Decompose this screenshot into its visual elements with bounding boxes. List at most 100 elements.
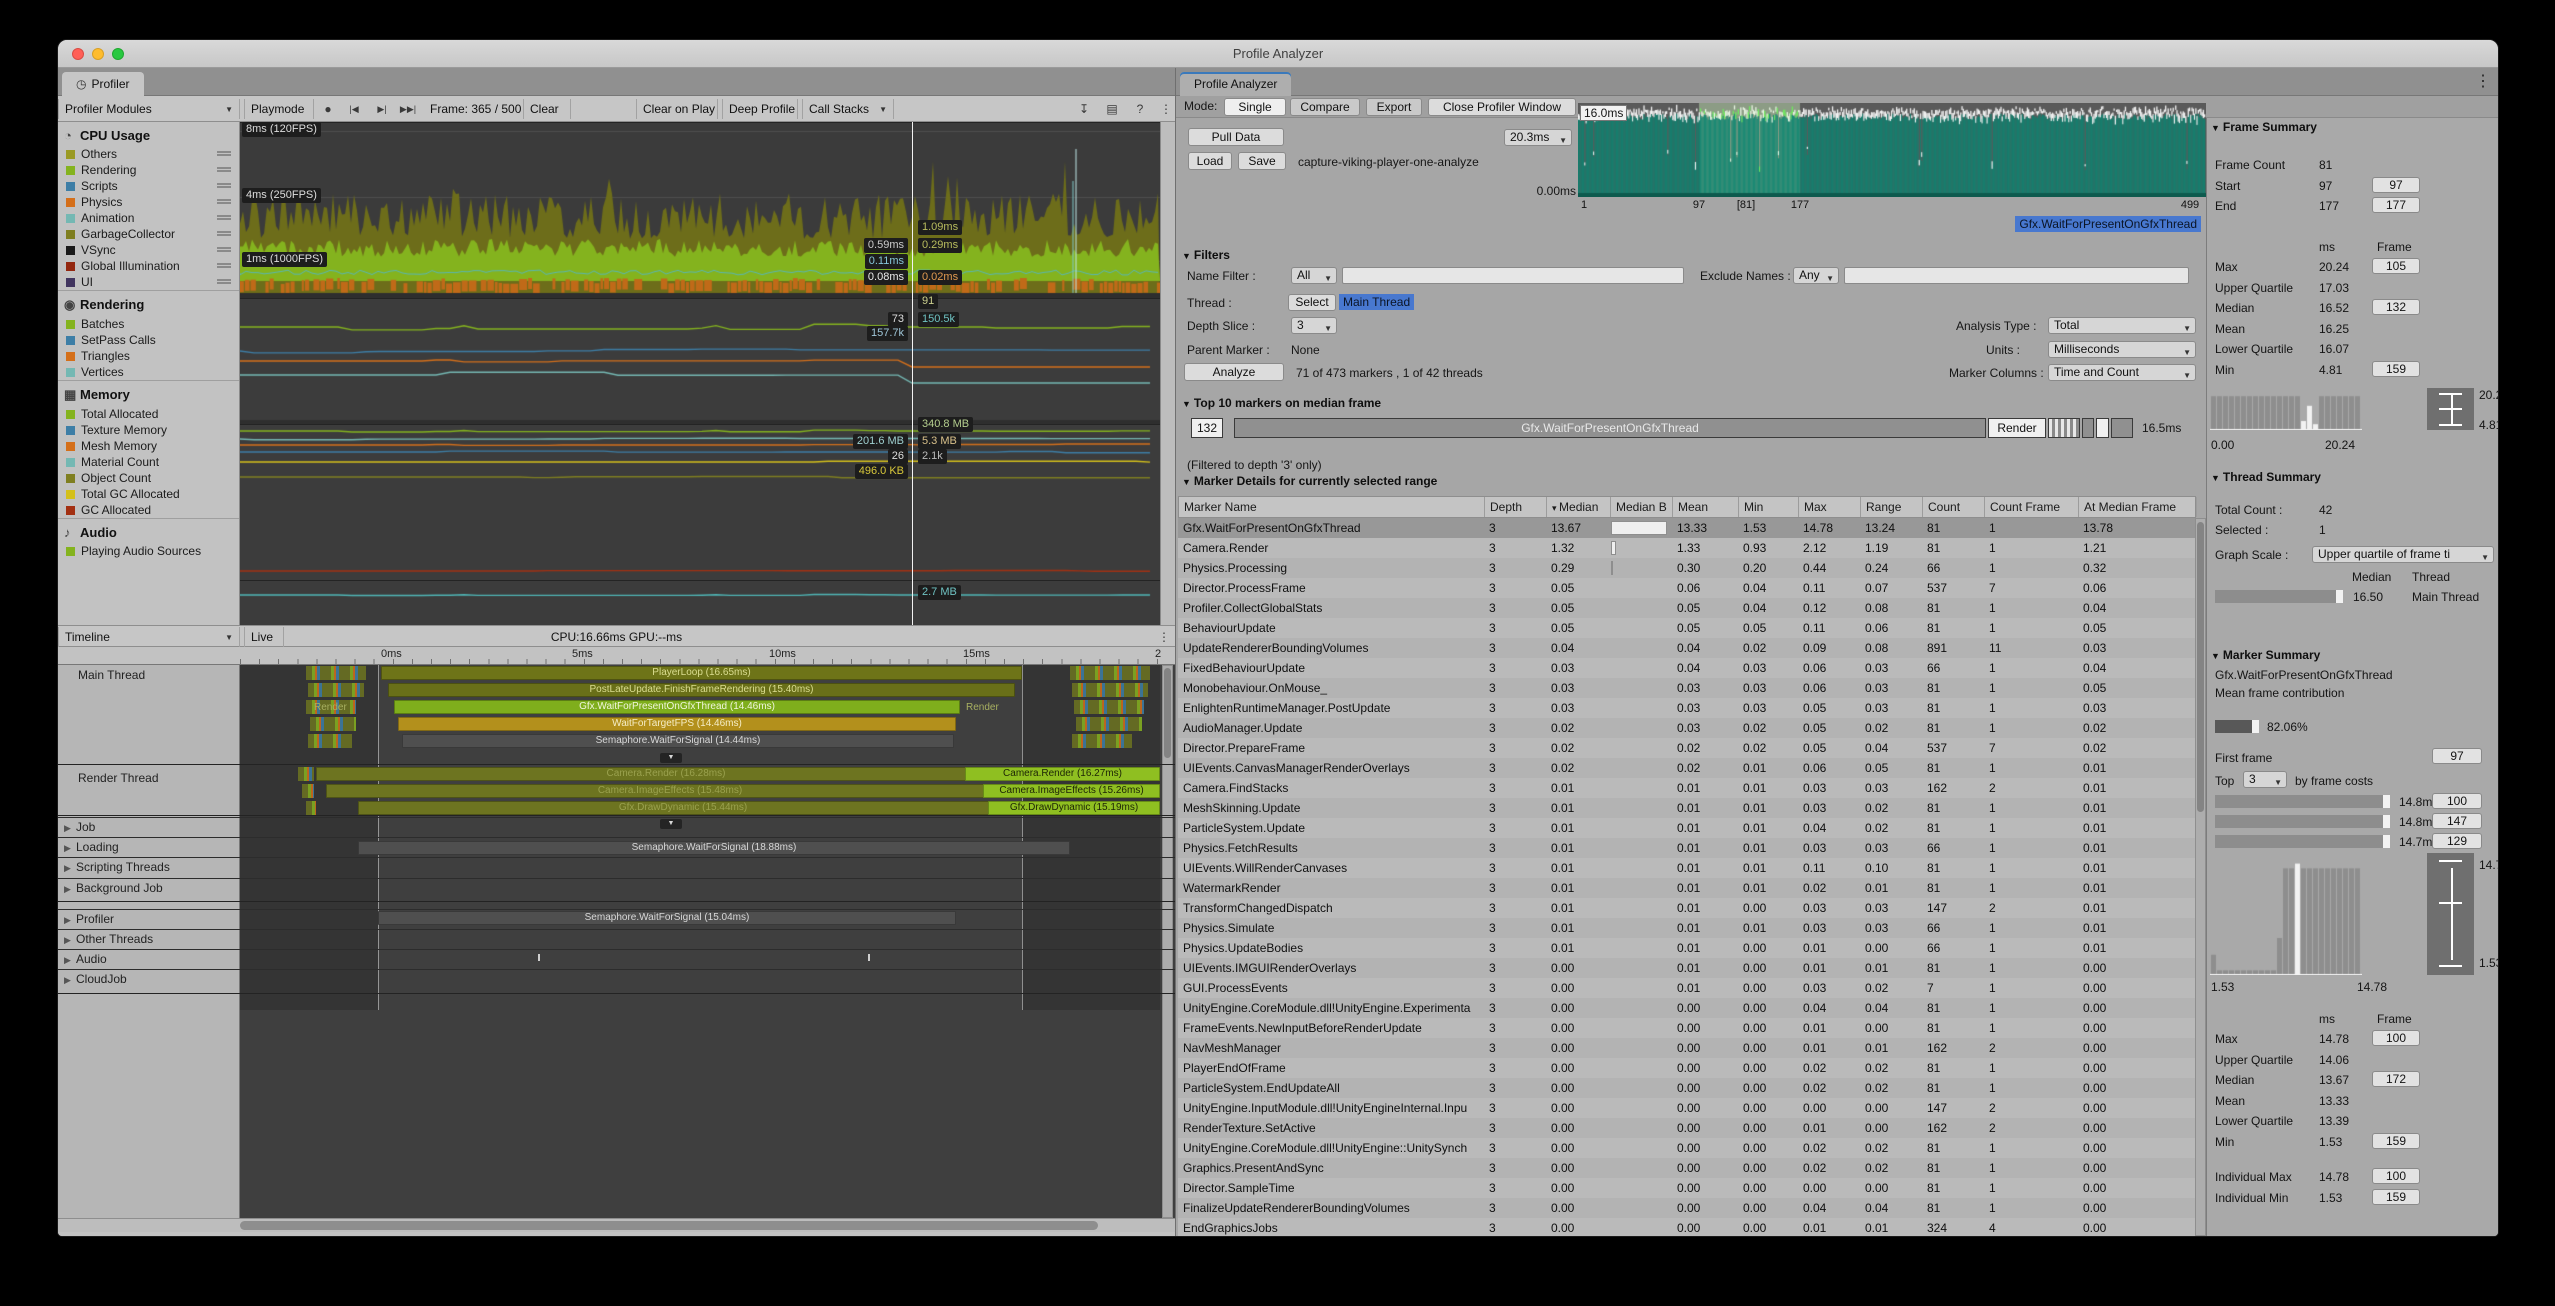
table-row[interactable]: Physics.Processing30.290.300.200.440.246…: [1178, 558, 2196, 578]
ms-first-frame-button[interactable]: 97: [2432, 748, 2482, 764]
legend-item[interactable]: Physics: [58, 194, 239, 210]
ms-individual-frame-button[interactable]: 159: [2372, 1189, 2420, 1205]
timeline-marker-bar[interactable]: Semaphore.WaitForSignal (15.04ms): [378, 911, 956, 925]
timeline-marker-bar[interactable]: Camera.Render (16.27ms): [965, 767, 1160, 781]
table-row[interactable]: WatermarkRender30.010.010.010.020.018110…: [1178, 878, 2196, 898]
thread-select-button[interactable]: Select: [1288, 294, 1336, 311]
table-row[interactable]: UnityEngine.CoreModule.dll!UnityEngine::…: [1178, 1138, 2196, 1158]
timeline-vscrollbar[interactable]: [1162, 665, 1173, 1218]
drag-handle-icon[interactable]: [217, 247, 231, 252]
legend-item[interactable]: Batches: [58, 316, 239, 332]
table-row[interactable]: UnityEngine.InputModule.dll!UnityEngineI…: [1178, 1098, 2196, 1118]
audio-chart[interactable]: [240, 580, 1160, 629]
column-header-median[interactable]: ▾ Median: [1547, 497, 1611, 517]
selected-marker-chip[interactable]: Gfx.WaitForPresentOnGfxThread: [2015, 216, 2201, 232]
analyze-button[interactable]: Analyze: [1184, 363, 1284, 381]
menu-icon[interactable]: ⋮: [1154, 99, 1175, 119]
pull-data-button[interactable]: Pull Data: [1188, 128, 1284, 146]
thread-track-cloudjob[interactable]: ▶CloudJob: [58, 972, 240, 986]
analyzer-menu-icon[interactable]: ⋮: [2471, 72, 2495, 92]
table-row[interactable]: Physics.UpdateBodies30.010.010.000.010.0…: [1178, 938, 2196, 958]
ms-individual-frame-button[interactable]: 100: [2372, 1168, 2420, 1184]
filters-header[interactable]: ▼Filters: [1182, 248, 1230, 262]
top10-main-bar[interactable]: Gfx.WaitForPresentOnGfxThread: [1234, 418, 1986, 438]
help-icon[interactable]: ?: [1128, 99, 1152, 119]
tab-profiler[interactable]: ◷Profiler: [62, 72, 144, 96]
load-button[interactable]: Load: [1188, 152, 1232, 170]
expand-arrow-icon[interactable]: ▶: [64, 884, 76, 895]
thread-track-background-job[interactable]: ▶Background Job: [58, 881, 240, 895]
table-row[interactable]: ParticleSystem.EndUpdateAll30.000.000.00…: [1178, 1078, 2196, 1098]
rendering-chart[interactable]: [240, 298, 1160, 424]
table-row[interactable]: FrameEvents.NewInputBeforeRenderUpdate30…: [1178, 1018, 2196, 1038]
frame-summary-histogram[interactable]: [2210, 388, 2362, 430]
marker-table-scrollbar[interactable]: [2195, 518, 2206, 1236]
timeline-marker-bar[interactable]: Semaphore.WaitForSignal (14.44ms): [402, 734, 954, 748]
legend-item[interactable]: VSync: [58, 242, 239, 258]
marker-details-header[interactable]: ▼Marker Details for currently selected r…: [1182, 474, 1437, 488]
timeline-ruler[interactable]: 0ms5ms10ms15ms2: [58, 647, 1175, 665]
column-header-count-frame[interactable]: Count Frame: [1985, 497, 2079, 517]
record-button[interactable]: ●: [316, 99, 340, 119]
timeline-marker-bar[interactable]: Gfx.DrawDynamic (15.44ms): [358, 801, 1008, 815]
fs-info-frame-button[interactable]: 177: [2372, 197, 2420, 213]
last-frame-button[interactable]: ▶▶|: [396, 99, 420, 119]
name-filter-input[interactable]: [1342, 267, 1684, 284]
column-header-at-median-frame[interactable]: At Median Frame: [2079, 497, 2197, 517]
table-row[interactable]: UnityEngine.CoreModule.dll!UnityEngine.E…: [1178, 998, 2196, 1018]
timeline-marker-bar[interactable]: PostLateUpdate.FinishFrameRendering (15.…: [388, 683, 1015, 697]
thread-value-chip[interactable]: Main Thread: [1339, 294, 1414, 310]
ms-stat-frame-button[interactable]: 172: [2372, 1071, 2420, 1087]
table-row[interactable]: UIEvents.IMGUIRenderOverlays30.000.010.0…: [1178, 958, 2196, 978]
thread-track-job[interactable]: ▶Job: [58, 820, 240, 834]
table-row[interactable]: UIEvents.WillRenderCanvases30.010.010.01…: [1178, 858, 2196, 878]
exclude-mode-dropdown[interactable]: Any▼: [1793, 267, 1839, 284]
window-titlebar[interactable]: Profile Analyzer: [58, 40, 2498, 68]
timeline-marker-bar[interactable]: Camera.Render (16.28ms): [316, 767, 1016, 781]
timeline-marker-bar[interactable]: Camera.ImageEffects (15.26ms): [983, 784, 1160, 798]
timeline-marker-bar[interactable]: WaitForTargetFPS (14.46ms): [398, 717, 956, 731]
timeline-marker-bar[interactable]: Camera.ImageEffects (15.48ms): [326, 784, 1014, 798]
table-row[interactable]: Director.SampleTime30.000.000.000.000.00…: [1178, 1178, 2196, 1198]
legend-item[interactable]: Playing Audio Sources: [58, 543, 239, 559]
marker-table[interactable]: Gfx.WaitForPresentOnGfxThread313.6713.33…: [1178, 518, 2196, 1236]
legend-item[interactable]: Texture Memory: [58, 422, 239, 438]
expand-arrow-icon[interactable]: ▶: [64, 863, 76, 874]
expand-arrow-icon[interactable]: ▶: [64, 975, 76, 986]
units-dropdown[interactable]: Milliseconds▼: [2048, 341, 2196, 358]
table-row[interactable]: Physics.FetchResults30.010.010.010.030.0…: [1178, 838, 2196, 858]
table-row[interactable]: Director.PrepareFrame30.020.020.020.050.…: [1178, 738, 2196, 758]
collapse-chevron-button[interactable]: ▼: [660, 819, 682, 829]
ms-cost-frame-button[interactable]: 147: [2432, 813, 2482, 829]
drag-handle-icon[interactable]: [217, 279, 231, 284]
hscroll-thumb[interactable]: [240, 1221, 1098, 1230]
timeline-menu-icon[interactable]: ⋮: [1152, 627, 1175, 647]
table-row[interactable]: EndGraphicsJobs30.000.000.000.010.013244…: [1178, 1218, 2196, 1236]
table-row[interactable]: Physics.Simulate30.010.010.010.030.03661…: [1178, 918, 2196, 938]
fs-info-frame-button[interactable]: 97: [2372, 177, 2420, 193]
drag-handle-icon[interactable]: [217, 151, 231, 156]
name-filter-mode-dropdown[interactable]: All▼: [1291, 267, 1337, 284]
timeline-marker-bar[interactable]: Semaphore.WaitForSignal (18.88ms): [358, 841, 1070, 855]
close-profiler-window-button[interactable]: Close Profiler Window: [1428, 98, 1576, 116]
legend-item[interactable]: Total Allocated: [58, 406, 239, 422]
live-button[interactable]: Live: [244, 627, 284, 647]
prev-frame-button[interactable]: |◀: [342, 99, 366, 119]
frame-summary-header[interactable]: ▼Frame Summary: [2211, 120, 2317, 134]
column-header-mean[interactable]: Mean: [1673, 497, 1739, 517]
legend-item[interactable]: UI: [58, 274, 239, 290]
thread-track-scripting-threads[interactable]: ▶Scripting Threads: [58, 860, 240, 874]
table-row[interactable]: Graphics.PresentAndSync30.000.000.000.02…: [1178, 1158, 2196, 1178]
import-icon[interactable]: ↧: [1072, 99, 1096, 119]
table-row[interactable]: Monobehaviour.OnMouse_30.030.030.030.060…: [1178, 678, 2196, 698]
module-header-audio[interactable]: ♪Audio: [58, 518, 239, 543]
expand-arrow-icon[interactable]: ▶: [64, 955, 76, 966]
marker-summary-histogram[interactable]: [2210, 853, 2362, 975]
table-row[interactable]: AudioManager.Update30.020.030.020.050.02…: [1178, 718, 2196, 738]
timeline-tracks[interactable]: Main ThreadRender Thread▶Job▶Loading▶Scr…: [58, 665, 1175, 1218]
timeline-marker-bar[interactable]: Gfx.WaitForPresentOnGfxThread (14.46ms): [394, 700, 960, 714]
clear-on-play-button[interactable]: Clear on Play: [636, 99, 718, 119]
profiler-charts[interactable]: 8ms (120FPS) 4ms (250FPS) 1ms (1000FPS) …: [240, 122, 1160, 625]
module-header-cpu-usage[interactable]: ◔CPU Usage: [58, 122, 239, 146]
ms-cost-frame-button[interactable]: 129: [2432, 833, 2482, 849]
